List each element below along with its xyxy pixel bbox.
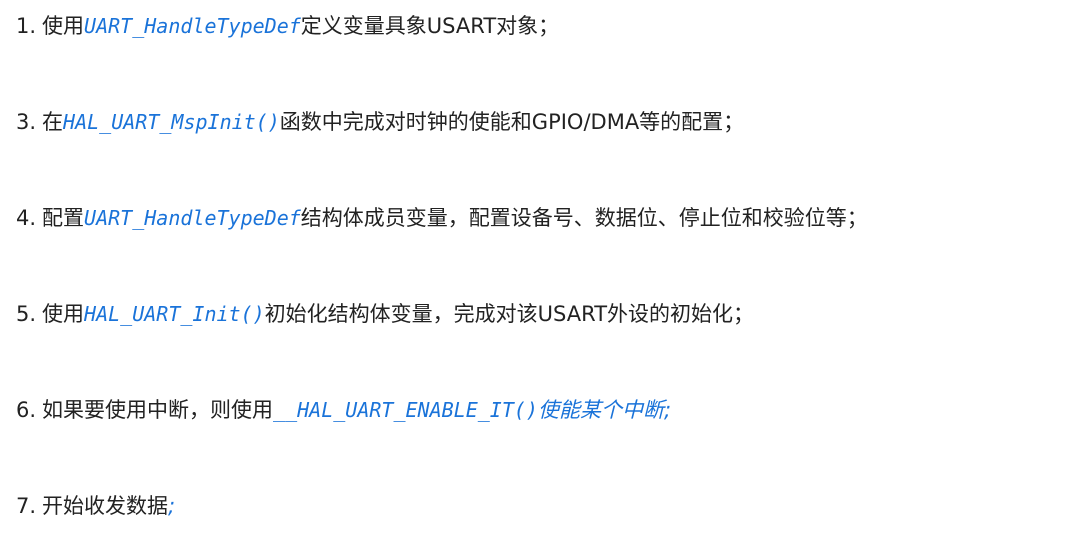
step-3: 3. 在HAL_UART_MspInit()函数中完成对时钟的使能和GPIO/DM… bbox=[16, 106, 744, 138]
step-number: 4. bbox=[16, 206, 37, 230]
code-identifier: UART_HandleTypeDef bbox=[84, 14, 301, 38]
document-page: 1. 使用UART_HandleTypeDef定义变量具象USART对象； 3. 在… bbox=[0, 0, 1067, 535]
step-7: 7. 开始收发数据; bbox=[16, 490, 175, 522]
code-identifier: UART_HandleTypeDef bbox=[84, 206, 301, 230]
step-6: 6. 如果要使用中断，则使用__HAL_UART_ENABLE_IT()使能某个中… bbox=[16, 394, 671, 426]
step-number: 6. bbox=[16, 398, 37, 422]
step-text-after: 初始化结构体变量，完成对该USART外设的初始化； bbox=[264, 302, 755, 326]
code-identifier: HAL_UART_MspInit() bbox=[63, 110, 280, 134]
step-text-before: 在 bbox=[42, 110, 64, 134]
code-identifier: HAL_UART_Init() bbox=[84, 302, 265, 326]
step-5: 5. 使用HAL_UART_Init()初始化结构体变量，完成对该USART外设的… bbox=[16, 298, 754, 330]
code-identifier: __HAL_UART_ENABLE_IT() bbox=[273, 398, 538, 422]
step-text-before: 如果要使用中断，则使用 bbox=[42, 398, 274, 422]
step-number: 5. bbox=[16, 302, 37, 326]
step-text-before: 使用 bbox=[42, 14, 85, 38]
step-text-before: 使用 bbox=[42, 302, 85, 326]
step-text-before: 配置 bbox=[42, 206, 85, 230]
step-trailing-semicolon: ; bbox=[168, 494, 176, 518]
step-text-after: 函数中完成对时钟的使能和GPIO/DMA等的配置； bbox=[279, 110, 745, 134]
step-number: 1. bbox=[16, 14, 37, 38]
step-number: 7. bbox=[16, 494, 37, 518]
step-text-after: 定义变量具象USART对象； bbox=[300, 14, 560, 38]
step-text-after: 结构体成员变量，配置设备号、数据位、停止位和校验位等； bbox=[300, 206, 868, 230]
step-4: 4. 配置UART_HandleTypeDef结构体成员变量，配置设备号、数据位、… bbox=[16, 202, 868, 234]
step-1: 1. 使用UART_HandleTypeDef定义变量具象USART对象； bbox=[16, 10, 559, 42]
step-text-after: 使能某个中断; bbox=[537, 398, 672, 422]
step-number: 3. bbox=[16, 110, 37, 134]
step-text-before: 开始收发数据 bbox=[42, 494, 169, 518]
